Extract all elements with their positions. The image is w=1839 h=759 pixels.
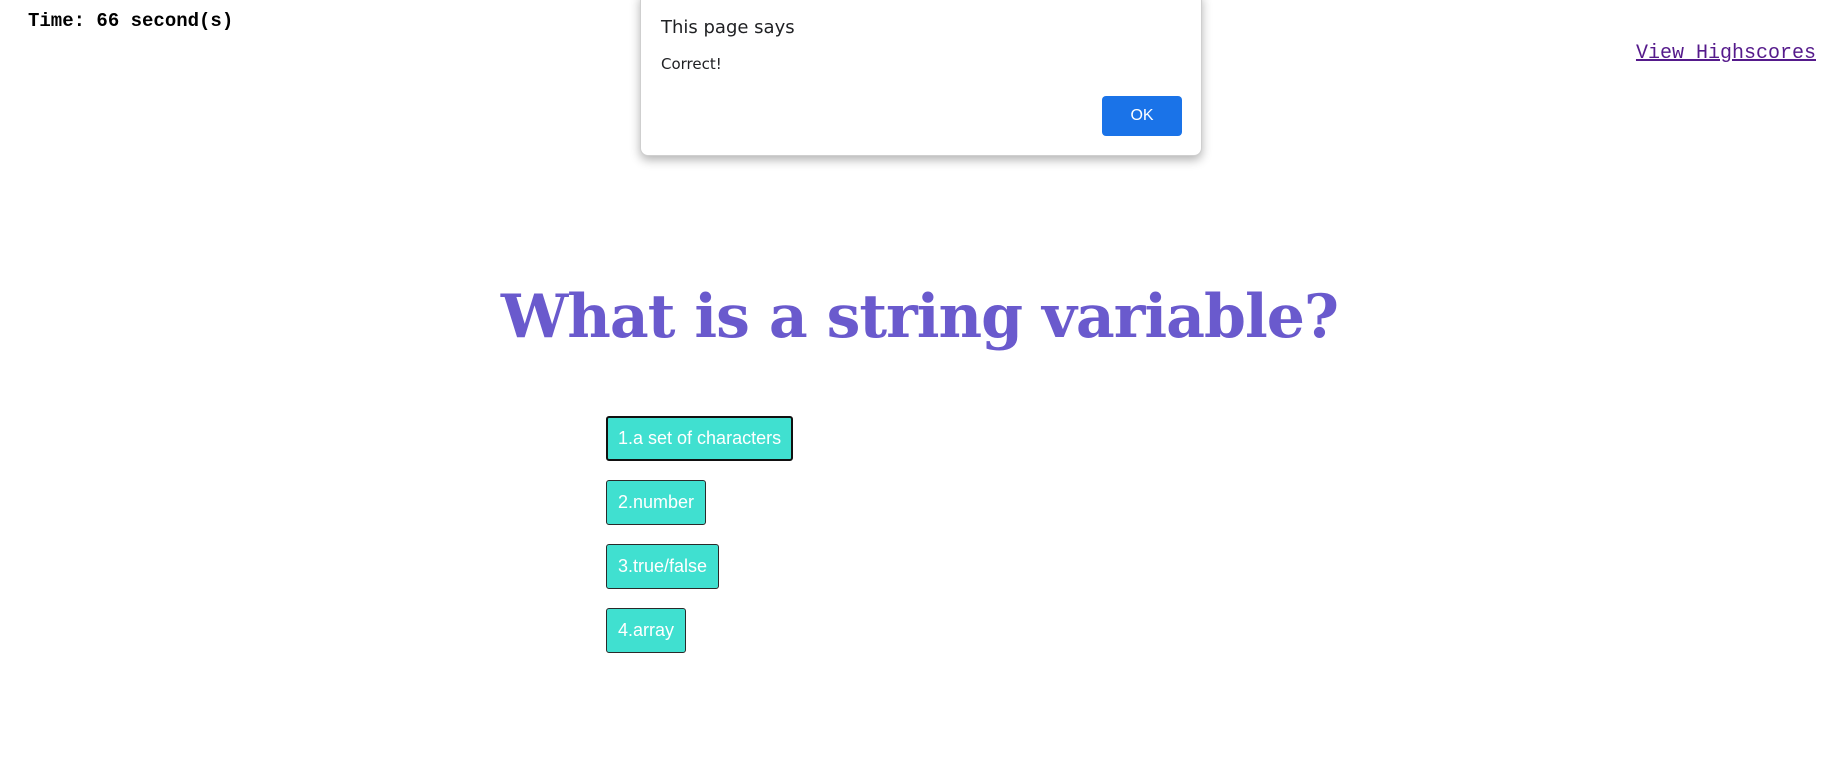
answer-button-4[interactable]: 4.array (606, 608, 687, 653)
answer-button-2[interactable]: 2.number (606, 480, 707, 525)
answer-button-3[interactable]: 3.true/false (606, 544, 720, 589)
ok-button[interactable]: OK (1102, 96, 1182, 136)
dialog-message: Correct! (661, 55, 722, 73)
answer-list: 1.a set of characters 2.number 3.true/fa… (606, 416, 794, 653)
timer-display: Time: 66 second(s) (28, 10, 234, 32)
question-title: What is a string variable? (500, 282, 1339, 352)
view-highscores-link[interactable]: View Highscores (1636, 42, 1816, 65)
alert-dialog: This page says Correct! OK (640, 0, 1202, 156)
dialog-title: This page says (661, 17, 795, 38)
answer-button-1[interactable]: 1.a set of characters (606, 416, 794, 461)
